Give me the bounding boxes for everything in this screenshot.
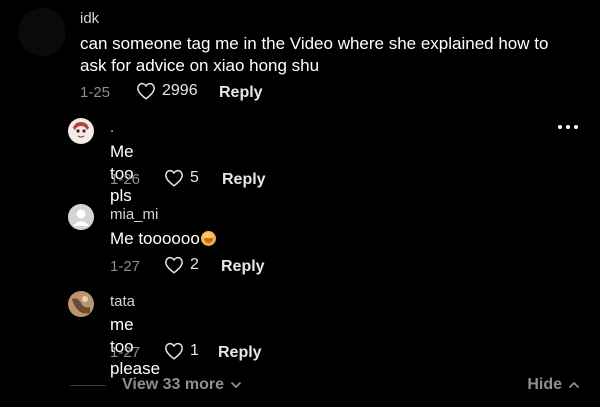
divider bbox=[70, 385, 106, 386]
reply-button[interactable]: Reply bbox=[221, 258, 265, 276]
avatar-image bbox=[69, 119, 93, 143]
reply-button[interactable]: Reply bbox=[222, 171, 266, 189]
reply-date: 1-27 bbox=[110, 258, 141, 275]
like-count: 2996 bbox=[162, 82, 198, 99]
reply-username[interactable]: mia_mi bbox=[110, 206, 158, 223]
like-count: 5 bbox=[190, 169, 199, 186]
avatar[interactable] bbox=[68, 291, 94, 317]
heart-outline-icon bbox=[165, 342, 183, 360]
comment-date: 1-25 bbox=[80, 84, 111, 101]
hide-replies-button[interactable]: Hide bbox=[527, 376, 580, 394]
chevron-down-icon bbox=[231, 382, 241, 388]
view-more-replies-button[interactable]: View 33 more bbox=[122, 376, 242, 394]
like-button[interactable]: 2 bbox=[164, 256, 199, 274]
heart-outline-icon bbox=[165, 169, 183, 187]
comment-username[interactable]: idk bbox=[80, 10, 99, 27]
reply-date: 1-26 bbox=[110, 171, 141, 188]
hide-label: Hide bbox=[527, 376, 562, 393]
like-button[interactable]: 5 bbox=[164, 169, 199, 187]
heart-outline-icon bbox=[165, 256, 183, 274]
reply-button[interactable]: Reply bbox=[219, 84, 263, 102]
like-button[interactable]: 1 bbox=[164, 342, 199, 360]
reply-date: 1-27 bbox=[110, 344, 141, 361]
comment-text: can someone tag me in the Video where sh… bbox=[80, 34, 549, 75]
like-button[interactable]: 2996 bbox=[136, 82, 198, 100]
like-count: 1 bbox=[190, 342, 199, 359]
reply-text: Me toooooo bbox=[110, 228, 216, 250]
reply-text-content: Me toooooo bbox=[110, 229, 200, 248]
avatar[interactable] bbox=[68, 204, 94, 230]
avatar-image bbox=[68, 291, 94, 317]
reply-button[interactable]: Reply bbox=[218, 344, 262, 362]
avatar[interactable] bbox=[68, 118, 94, 144]
face-with-hand-over-mouth-emoji bbox=[200, 231, 216, 246]
reply-username[interactable]: . bbox=[110, 119, 114, 136]
like-count: 2 bbox=[190, 256, 199, 273]
view-more-label: View 33 more bbox=[122, 376, 224, 393]
chevron-up-icon bbox=[569, 382, 579, 388]
reply-username[interactable]: tata bbox=[110, 293, 135, 310]
more-options-icon[interactable] bbox=[558, 125, 578, 129]
avatar[interactable] bbox=[18, 8, 66, 56]
heart-outline-icon bbox=[137, 82, 155, 100]
default-avatar-icon bbox=[68, 204, 94, 230]
